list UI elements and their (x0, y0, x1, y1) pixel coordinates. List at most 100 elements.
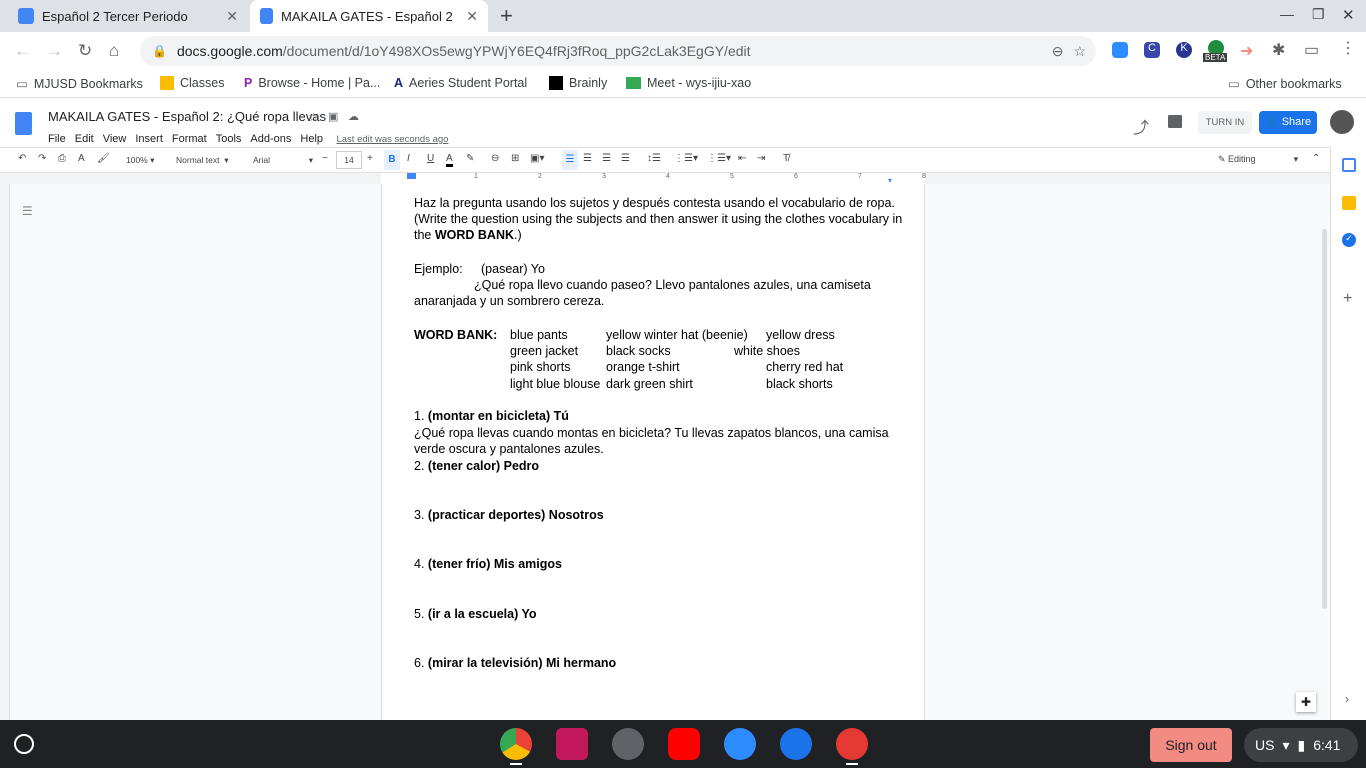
justify-button[interactable]: ☰ (621, 153, 630, 164)
increase-indent-icon[interactable]: ⇥ (757, 153, 765, 164)
share-button[interactable]: 👤 Share (1259, 111, 1317, 134)
bold-button[interactable]: B (384, 150, 400, 170)
zoom-app-icon[interactable] (724, 728, 756, 760)
gallery-app-icon[interactable] (836, 728, 868, 760)
camera-app-icon[interactable] (612, 728, 644, 760)
decrease-indent-icon[interactable]: ⇤ (738, 153, 746, 164)
image-icon[interactable]: ▣▾ (530, 153, 544, 164)
music-app-icon[interactable] (556, 728, 588, 760)
document-title[interactable]: MAKAILA GATES - Español 2: ¿Qué ropa lle… (48, 109, 326, 124)
screencast-extension-icon[interactable]: ➜ (1240, 41, 1253, 61)
star-icon[interactable]: ☆ (1073, 43, 1086, 60)
comments-icon[interactable] (1168, 115, 1182, 128)
indent-marker[interactable] (407, 173, 416, 179)
bookmark-meet[interactable]: Meet - wys-ijiu-xao (626, 76, 751, 90)
underline-button[interactable]: U (427, 153, 434, 164)
link-icon[interactable]: ⊖ (491, 153, 499, 164)
minimize-icon[interactable]: — (1280, 6, 1294, 22)
c-extension-icon[interactable]: C (1144, 42, 1160, 58)
menu-addons[interactable]: Add-ons (250, 133, 291, 145)
undo-icon[interactable]: ↶ (18, 153, 26, 164)
menu-format[interactable]: Format (172, 133, 207, 145)
menu-file[interactable]: File (48, 133, 66, 145)
scrollbar[interactable] (1322, 229, 1327, 609)
sign-out-button[interactable]: Sign out (1150, 728, 1232, 762)
files-app-icon[interactable] (780, 728, 812, 760)
system-tray[interactable]: US ▾ ▮ 6:41 (1244, 728, 1358, 762)
k-extension-icon[interactable]: K (1176, 42, 1192, 58)
last-edit-link[interactable]: Last edit was seconds ago (336, 134, 448, 145)
activity-icon[interactable]: ⤴ (1133, 114, 1149, 138)
style-select[interactable]: Normal text ▾ (176, 155, 228, 166)
bookmark-browse[interactable]: P Browse - Home | Pa... (244, 76, 380, 90)
cast-icon[interactable]: ▭ (1304, 40, 1319, 60)
align-right-button[interactable]: ☰ (602, 153, 611, 164)
line-spacing-icon[interactable]: ↕☰ (647, 153, 661, 164)
font-size-input[interactable]: 14 (336, 151, 362, 169)
highlight-icon[interactable]: ✎ (466, 153, 474, 164)
cloud-saved-icon[interactable]: ☁ (348, 110, 359, 123)
bookmark-mjusd[interactable]: ▭ MJUSD Bookmarks (16, 76, 143, 92)
home-icon[interactable]: ⌂ (109, 41, 119, 61)
redo-icon[interactable]: ↷ (38, 153, 46, 164)
explore-button[interactable]: ✚ (1296, 692, 1316, 712)
bookmark-aeries[interactable]: A Aeries Student Portal (394, 76, 527, 90)
bookmark-brainly[interactable]: Brainly (549, 76, 607, 90)
browser-menu-icon[interactable]: ⋮ (1340, 38, 1356, 58)
maximize-icon[interactable]: ❐ (1312, 6, 1325, 23)
paint-format-icon[interactable]: 🖌 (97, 153, 110, 164)
menu-edit[interactable]: Edit (75, 133, 94, 145)
menu-insert[interactable]: Insert (135, 133, 163, 145)
bookmark-classes[interactable]: Classes (160, 76, 224, 90)
launcher-icon[interactable] (14, 734, 34, 754)
decrease-font-size-button[interactable]: − (322, 153, 328, 164)
numbered-list-icon[interactable]: ⋮☰▾ (674, 153, 698, 164)
back-icon[interactable]: ← (14, 41, 31, 61)
menu-tools[interactable]: Tools (216, 133, 242, 145)
move-folder-icon[interactable]: ▣ (328, 110, 338, 123)
font-select[interactable]: Arial ▾ (253, 155, 313, 166)
zoom-extension-icon[interactable] (1112, 42, 1128, 58)
close-window-icon[interactable]: ✕ (1342, 6, 1355, 24)
increase-font-size-button[interactable]: + (367, 153, 373, 164)
menu-view[interactable]: View (103, 133, 127, 145)
expand-panel-icon[interactable]: › (1345, 692, 1349, 706)
hide-menus-icon[interactable]: ⌃ (1312, 153, 1320, 164)
document-page[interactable]: Haz la pregunta usando los sujetos y des… (381, 184, 925, 720)
print-icon[interactable]: ⎙ (58, 153, 66, 164)
star-icon[interactable]: ☆ (308, 110, 319, 124)
tab-espanol-periodo[interactable]: Español 2 Tercer Periodo ✕ (8, 0, 248, 32)
bulleted-list-icon[interactable]: ⋮☰▾ (707, 153, 731, 164)
menu-help[interactable]: Help (300, 133, 323, 145)
turn-in-button[interactable]: TURN IN (1198, 111, 1252, 134)
document-outline-icon[interactable]: ☰ (22, 204, 33, 218)
italic-button[interactable]: I (407, 153, 410, 164)
right-indent-marker[interactable]: ▾ (888, 176, 896, 185)
align-left-button[interactable]: ☰ (562, 150, 578, 170)
close-tab-icon[interactable]: ✕ (466, 8, 478, 25)
youtube-app-icon[interactable] (668, 728, 700, 760)
align-center-button[interactable]: ☰ (583, 153, 592, 164)
other-bookmarks[interactable]: ▭ Other bookmarks (1228, 76, 1342, 92)
tasks-icon[interactable]: ✓ (1342, 233, 1356, 247)
extensions-puzzle-icon[interactable]: ✱ (1272, 40, 1285, 60)
chrome-app-icon[interactable] (500, 728, 532, 760)
add-addon-icon[interactable]: + (1343, 290, 1352, 308)
keep-icon[interactable] (1342, 196, 1356, 210)
reload-icon[interactable]: ↻ (78, 41, 92, 61)
spellcheck-icon[interactable]: A (78, 153, 85, 164)
new-tab-button[interactable]: + (500, 3, 513, 29)
forward-icon[interactable]: → (46, 41, 63, 61)
zoom-select[interactable]: 100% ▾ (126, 155, 154, 166)
avatar[interactable] (1330, 110, 1354, 134)
calendar-icon[interactable] (1342, 158, 1356, 172)
text-color-button[interactable]: A (446, 153, 453, 167)
comment-icon[interactable]: ⊞ (511, 153, 519, 164)
tab-docs[interactable]: MAKAILA GATES - Español 2: ¿Q ✕ (250, 0, 488, 32)
editing-mode-select[interactable]: ✎ Editing ▾ (1218, 154, 1298, 165)
zoom-icon[interactable]: ⊖ (1052, 43, 1064, 60)
docs-logo-icon[interactable] (15, 112, 32, 135)
close-tab-icon[interactable]: ✕ (226, 8, 238, 25)
url-input[interactable]: 🔒 docs.google.com/document/d/1oY498XOs5e… (140, 36, 1096, 66)
clear-formatting-icon[interactable]: T̸ (783, 153, 789, 164)
